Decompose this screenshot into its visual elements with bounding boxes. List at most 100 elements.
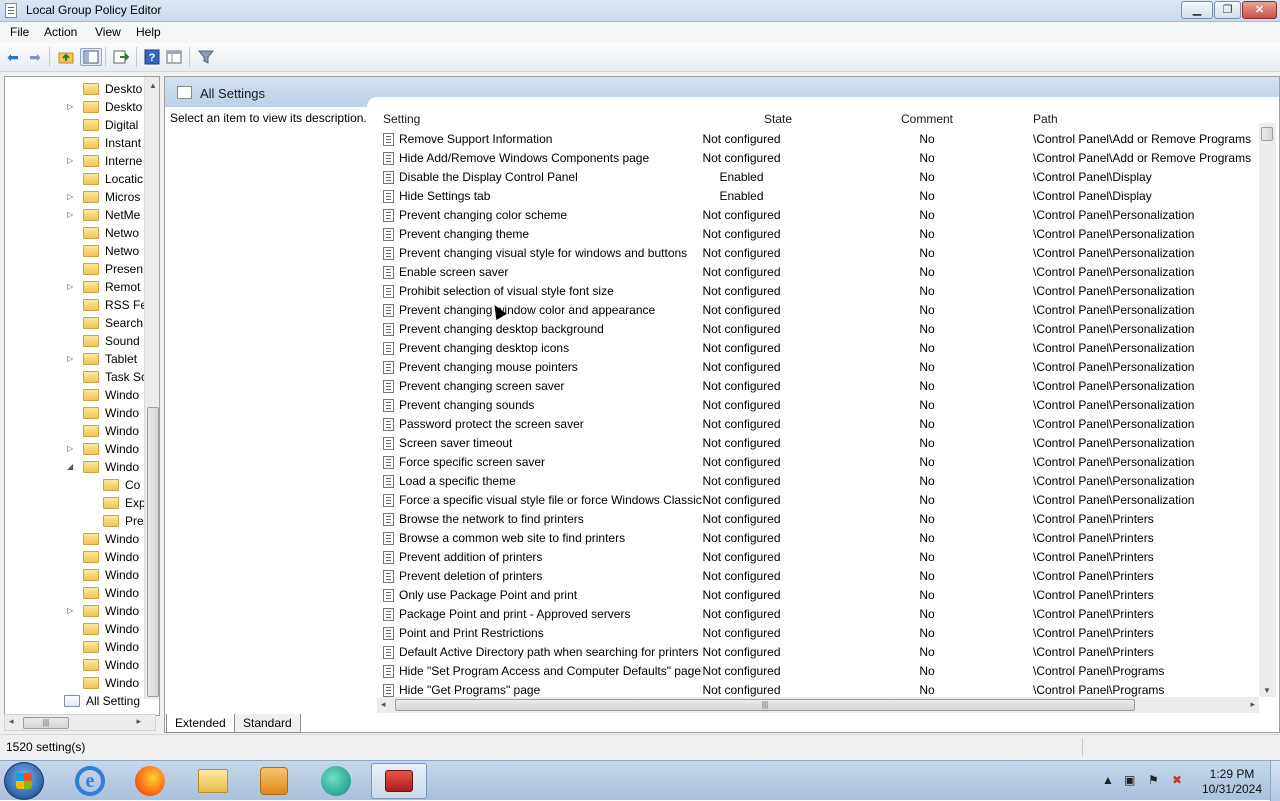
show-desktop-button[interactable]	[1270, 761, 1280, 801]
show-hidden-icons-icon[interactable]: ▲	[1102, 773, 1114, 787]
tree-expander-icon[interactable]: ▷	[67, 444, 73, 453]
group-policy-button[interactable]	[371, 763, 427, 799]
menu-view[interactable]: View	[95, 25, 121, 39]
tree-item[interactable]: Windo	[83, 404, 139, 422]
column-header-state[interactable]: State	[764, 112, 792, 126]
tree-item[interactable]: Windo	[83, 584, 139, 602]
scroll-up-arrow-icon[interactable]: ▲	[149, 81, 157, 90]
up-folder-icon[interactable]	[57, 48, 75, 66]
setting-row[interactable]: Prevent changing window color and appear…	[377, 301, 1261, 320]
tree-item[interactable]: ◢ Windo	[67, 458, 139, 476]
tree-item[interactable]: Co	[103, 476, 140, 494]
list-horizontal-scrollbar[interactable]: ◂ ||| ▸	[377, 697, 1259, 713]
setting-row[interactable]: Prevent changing sounds Not configured No \…	[377, 396, 1261, 415]
tree-expander-icon[interactable]: ▷	[67, 102, 73, 111]
back-arrow-icon[interactable]: ⬅	[4, 48, 22, 66]
internet-explorer-button[interactable]: e	[62, 763, 118, 799]
setting-row[interactable]: Remove Support Information Not configured…	[377, 130, 1261, 149]
tree-item[interactable]: All Setting	[64, 692, 140, 710]
setting-row[interactable]: Prevent deletion of printers Not configur…	[377, 567, 1261, 586]
tree-item[interactable]: RSS Fe	[83, 296, 147, 314]
tree-horizontal-scrollbar[interactable]: ◂ ||| ▸	[4, 714, 156, 731]
properties-icon[interactable]	[165, 48, 183, 66]
clock[interactable]: 1:29 PM 10/31/2024	[1196, 767, 1268, 797]
firefox-button[interactable]	[122, 763, 178, 799]
tree-expander-icon[interactable]: ▷	[67, 282, 73, 291]
setting-row[interactable]: Prevent changing color scheme Not configu…	[377, 206, 1261, 225]
tree-item[interactable]: Windo	[83, 566, 139, 584]
scroll-down-arrow-icon[interactable]: ▼	[1263, 686, 1271, 695]
scroll-left-arrow-icon[interactable]: ◂	[381, 699, 386, 710]
setting-row[interactable]: Prevent changing theme Not configured No \C…	[377, 225, 1261, 244]
tree-item[interactable]: Windo	[83, 548, 139, 566]
tree-item[interactable]: Presen	[83, 260, 143, 278]
setting-row[interactable]: Hide "Set Program Access and Computer De…	[377, 662, 1261, 681]
tree-item[interactable]: ▷ Interne	[67, 152, 142, 170]
menu-file[interactable]: File	[10, 25, 29, 39]
setting-row[interactable]: Prevent changing desktop icons Not config…	[377, 339, 1261, 358]
setting-row[interactable]: Hide Settings tab Enabled No \Control Panel…	[377, 187, 1261, 206]
tree-item[interactable]: Netwo	[83, 242, 139, 260]
tree-item[interactable]: ▷ Tablet	[67, 350, 137, 368]
tree-expander-icon[interactable]: ▷	[67, 156, 73, 165]
tree-expander-icon[interactable]: ▷	[67, 210, 73, 219]
tree-item[interactable]: ▷ Remot	[67, 278, 140, 296]
tree-item[interactable]: ▷ Deskto	[67, 98, 142, 116]
tree-item[interactable]: Sound	[83, 332, 140, 350]
tree-item[interactable]: ▷ Windo	[67, 440, 139, 458]
setting-row[interactable]: Password protect the screen saver Not con…	[377, 415, 1261, 434]
menu-action[interactable]: Action	[44, 25, 77, 39]
column-header-setting[interactable]: Setting	[383, 112, 420, 126]
setting-row[interactable]: Load a specific theme Not configured No \Co…	[377, 472, 1261, 491]
tree-item[interactable]: Windo	[83, 638, 139, 656]
tree-item[interactable]: Deskto	[83, 80, 142, 98]
list-hscroll-thumb[interactable]: |||	[395, 699, 1135, 711]
list-vertical-scrollbar[interactable]: ▼	[1259, 123, 1276, 697]
setting-row[interactable]: Prevent changing screen saver Not configu…	[377, 377, 1261, 396]
tree-item[interactable]: Instant	[83, 134, 141, 152]
tree-item[interactable]: Digital	[83, 116, 138, 134]
setting-row[interactable]: Prohibit selection of visual style font …	[377, 282, 1261, 301]
setting-row[interactable]: Screen saver timeout Not configured No \Con…	[377, 434, 1261, 453]
setting-row[interactable]: Only use Package Point and print Not conf…	[377, 586, 1261, 605]
start-button[interactable]	[4, 762, 44, 800]
action-center-flag-icon[interactable]: ⚑	[1148, 773, 1159, 787]
maximize-button[interactable]: ❐	[1214, 1, 1241, 19]
scroll-right-arrow-icon[interactable]: ▸	[1250, 699, 1255, 710]
tree-item[interactable]: Windo	[83, 620, 139, 638]
media-player-button[interactable]	[246, 763, 302, 799]
tree-item[interactable]: ▷ Micros	[67, 188, 140, 206]
tree-expander-icon[interactable]: ▷	[67, 192, 73, 201]
tree-item[interactable]: ▷ Windo	[67, 602, 139, 620]
close-button[interactable]: ✕	[1242, 1, 1277, 19]
help-icon[interactable]: ?	[143, 48, 161, 66]
tree-item[interactable]: Netwo	[83, 224, 139, 242]
setting-row[interactable]: Force a specific visual style file or fo…	[377, 491, 1261, 510]
setting-row[interactable]: Prevent changing mouse pointers Not confi…	[377, 358, 1261, 377]
network-icon[interactable]: ▣	[1124, 773, 1135, 787]
export-list-icon[interactable]	[112, 48, 130, 66]
setting-row[interactable]: Force specific screen saver Not configure…	[377, 453, 1261, 472]
tree-vertical-scrollbar[interactable]: ▲	[144, 77, 159, 699]
setting-row[interactable]: Enable screen saver Not configured No \Cont…	[377, 263, 1261, 282]
tree-item[interactable]: Windo	[83, 530, 139, 548]
setting-row[interactable]: Prevent addition of printers Not configur…	[377, 548, 1261, 567]
tree-item[interactable]: Windo	[83, 656, 139, 674]
tree-expander-icon[interactable]: ▷	[67, 606, 73, 615]
setting-row[interactable]: Hide "Get Programs" page Not configured No…	[377, 681, 1261, 698]
column-header-comment[interactable]: Comment	[901, 112, 953, 126]
setting-row[interactable]: Prevent changing desktop background Not c…	[377, 320, 1261, 339]
file-explorer-button[interactable]	[185, 763, 241, 799]
show-hide-tree-icon[interactable]	[80, 48, 102, 66]
setting-row[interactable]: Disable the Display Control Panel Enabled…	[377, 168, 1261, 187]
tree-item[interactable]: Exp	[103, 494, 146, 512]
column-header-path[interactable]: Path	[1033, 112, 1058, 126]
volume-muted-icon[interactable]: ✖	[1172, 773, 1182, 787]
tree-item[interactable]: Pre	[103, 512, 144, 530]
scroll-right-arrow-icon[interactable]: ▸	[136, 716, 141, 727]
list-vscroll-thumb[interactable]	[1261, 127, 1273, 141]
menu-help[interactable]: Help	[136, 25, 161, 39]
tree-item[interactable]: Search	[83, 314, 143, 332]
tree-hscroll-thumb[interactable]: |||	[23, 717, 69, 729]
tree-item[interactable]: Windo	[83, 386, 139, 404]
